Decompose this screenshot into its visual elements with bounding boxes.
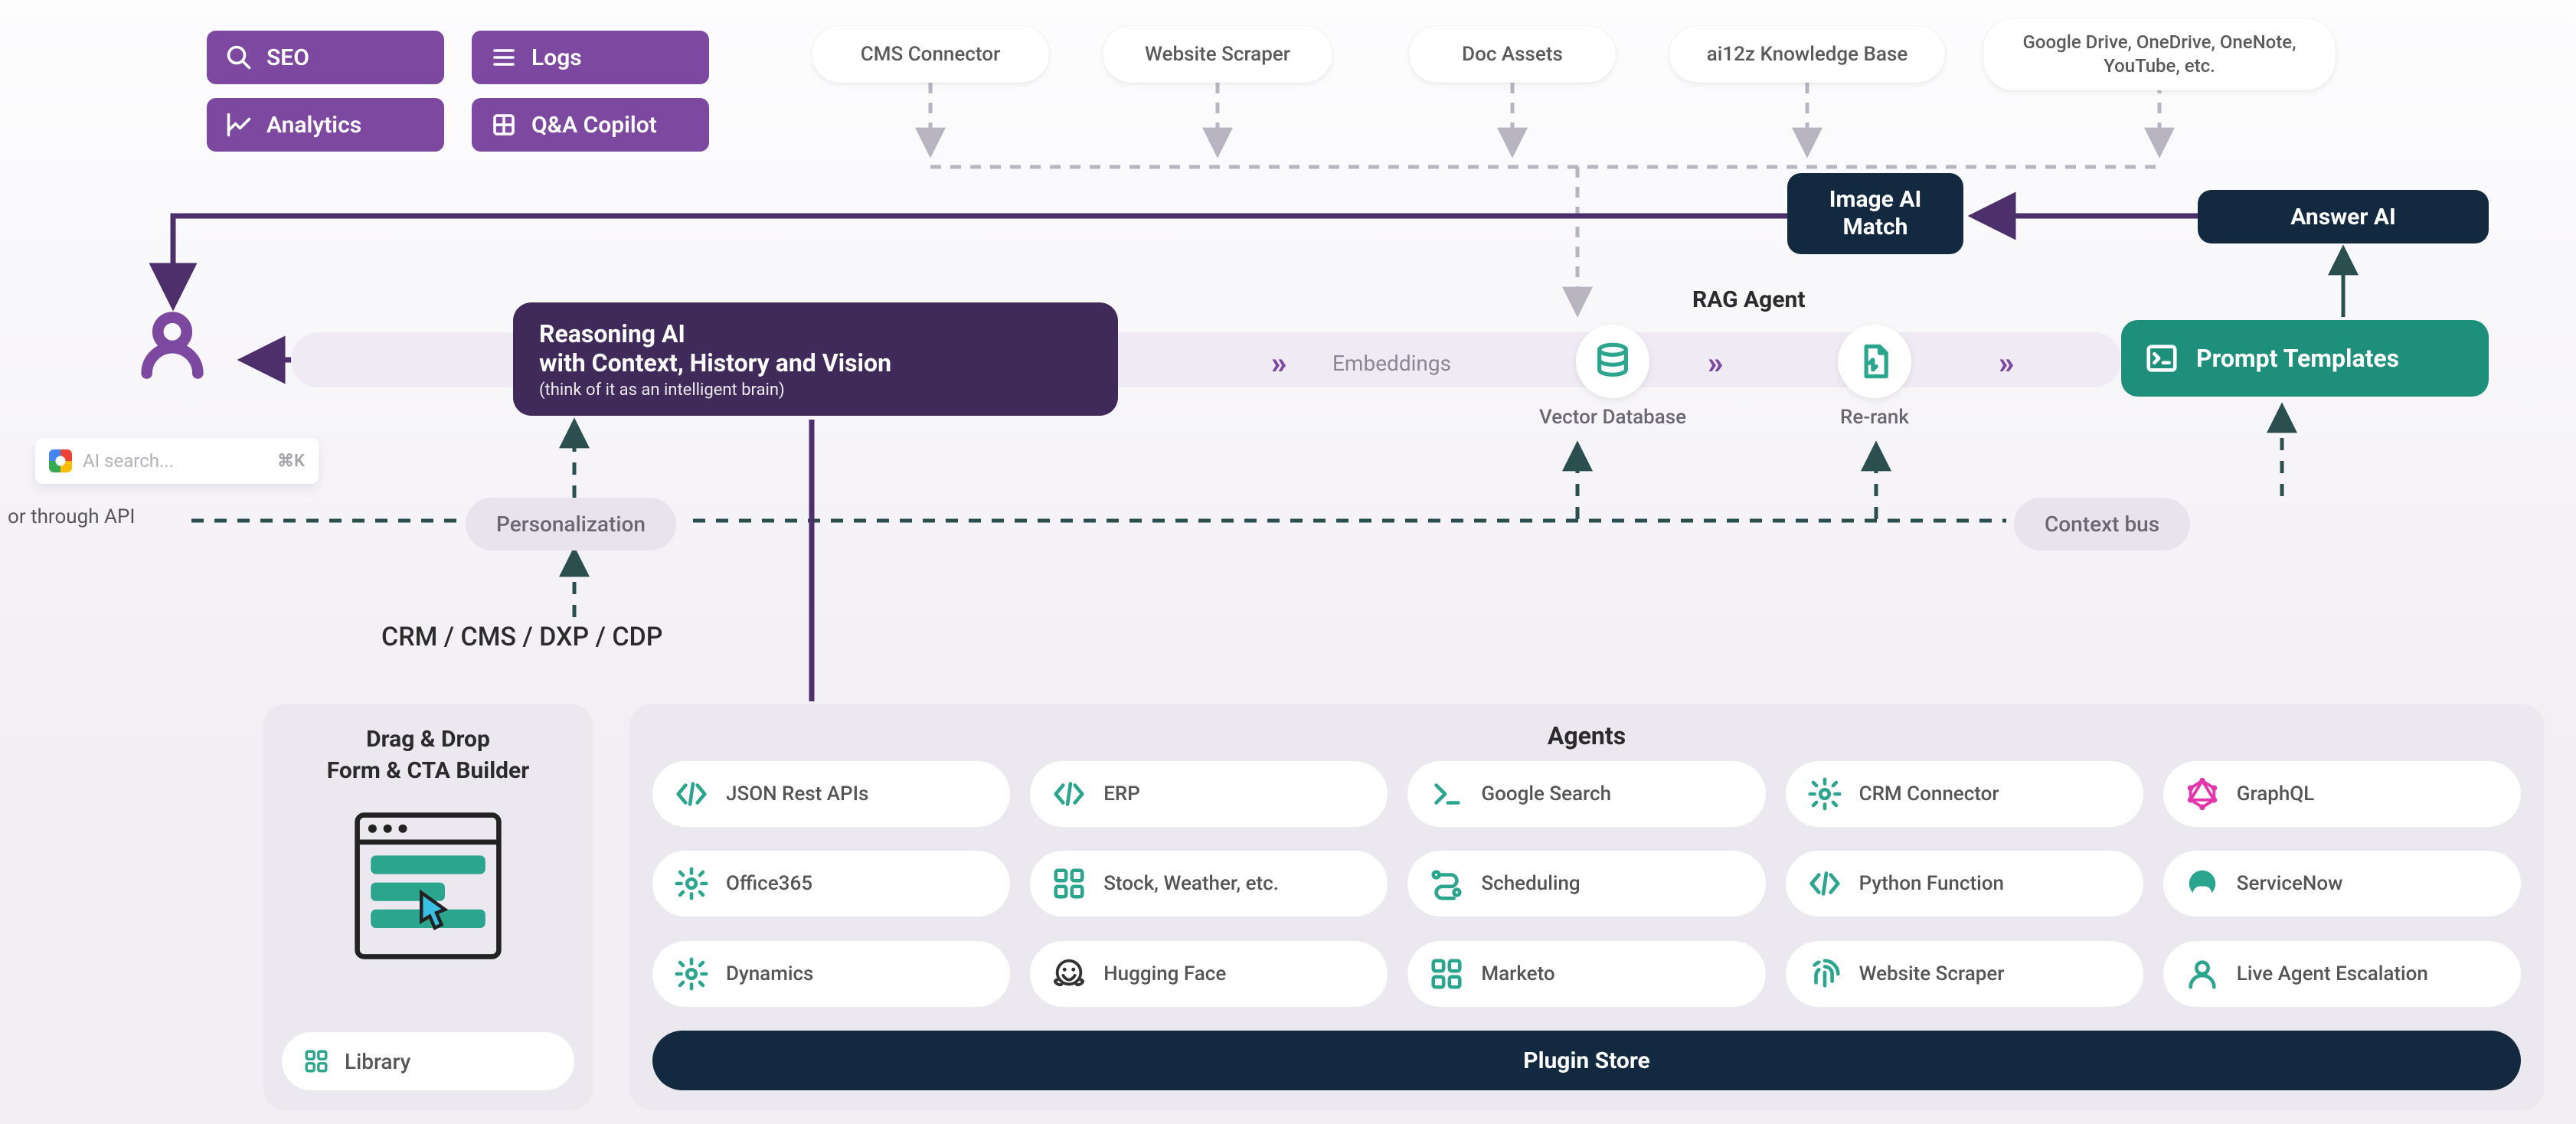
grid-icon	[303, 1048, 329, 1074]
agent-marketo[interactable]: Marketo	[1407, 941, 1765, 1007]
agent-google-search[interactable]: Google Search	[1407, 761, 1765, 827]
source-doc-assets: Doc Assets	[1409, 26, 1616, 83]
agent-hugging-face[interactable]: Hugging Face	[1030, 941, 1388, 1007]
google-icon	[49, 449, 72, 472]
agent-json-rest-apis[interactable]: JSON Rest APIs	[652, 761, 1010, 827]
hugface-icon	[1051, 956, 1087, 992]
seo-button[interactable]: SEO	[207, 31, 444, 84]
user-icon	[2185, 956, 2220, 992]
table-icon	[490, 111, 518, 139]
agent-label: Google Search	[1481, 783, 1611, 805]
search-placeholder: AI search...	[83, 450, 266, 472]
agent-label: ERP	[1103, 783, 1140, 805]
grid-icon	[1429, 956, 1464, 992]
node-vector-database: Vector Database	[1539, 325, 1686, 429]
builder-line2: Form & CTA Builder	[327, 756, 529, 787]
library-label: Library	[345, 1049, 410, 1074]
document-sort-icon	[1855, 341, 1894, 381]
chevrons-icon: ››	[1271, 345, 1283, 381]
gear-icon	[674, 956, 709, 992]
agent-dynamics[interactable]: Dynamics	[652, 941, 1010, 1007]
agents-title: Agents	[652, 721, 2521, 750]
graphql-icon	[2185, 776, 2220, 812]
database-icon	[1593, 341, 1633, 381]
reasoning-ai-block: Reasoning AI with Context, History and V…	[513, 302, 1118, 416]
reasoning-line3: (think of it as an intelligent brain)	[539, 381, 1092, 400]
analytics-button[interactable]: Analytics	[207, 98, 444, 152]
chevrons-icon: ››	[1708, 345, 1720, 381]
fingerprint-icon	[1807, 956, 1842, 992]
search-shortcut: ⌘K	[277, 452, 305, 471]
chart-icon	[225, 111, 253, 139]
code-icon	[1051, 776, 1087, 812]
agent-crm-connector[interactable]: CRM Connector	[1786, 761, 2143, 827]
api-note: or through API	[8, 505, 135, 528]
gear-icon	[1807, 776, 1842, 812]
pill-context-bus: Context bus	[2014, 498, 2190, 551]
form-builder-panel: Drag & Drop Form & CTA Builder Library	[263, 704, 593, 1110]
pill-personalization: Personalization	[466, 498, 676, 551]
agent-label: Scheduling	[1481, 872, 1580, 895]
library-button[interactable]: Library	[282, 1032, 574, 1090]
agent-label: JSON Rest APIs	[726, 783, 868, 805]
agent-servicenow[interactable]: ServiceNow	[2163, 851, 2521, 917]
agent-label: Hugging Face	[1103, 962, 1226, 985]
agent-live-agent-escalation[interactable]: Live Agent Escalation	[2163, 941, 2521, 1007]
agent-label: Marketo	[1481, 962, 1554, 985]
agent-website-scraper[interactable]: Website Scraper	[1786, 941, 2143, 1007]
label-crm-sources: CRM / CMS / DXP / CDP	[381, 622, 662, 652]
agent-label: CRM Connector	[1859, 783, 1999, 805]
analytics-label: Analytics	[266, 112, 361, 139]
source-cms-connector: CMS Connector	[812, 26, 1049, 83]
logs-button[interactable]: Logs	[472, 31, 709, 84]
code-icon	[1807, 866, 1842, 901]
grid-icon	[1051, 866, 1087, 901]
agent-label: Python Function	[1859, 872, 2004, 895]
agent-graphql[interactable]: GraphQL	[2163, 761, 2521, 827]
source-website-scraper: Website Scraper	[1103, 26, 1332, 83]
terminal-icon	[2144, 341, 2179, 376]
reasoning-line1: Reasoning AI	[539, 319, 1092, 348]
source-knowledge-base: ai12z Knowledge Base	[1669, 26, 1945, 83]
chevrons-icon: ››	[1999, 345, 2011, 381]
plugin-store-button[interactable]: Plugin Store	[652, 1031, 2521, 1090]
label-rag-agent: RAG Agent	[1692, 286, 1805, 313]
agent-label: Stock, Weather, etc.	[1103, 872, 1279, 895]
agent-label: Live Agent Escalation	[2237, 962, 2428, 985]
prompt-templates-block: Prompt Templates	[2121, 320, 2489, 397]
builder-line1: Drag & Drop	[327, 724, 529, 756]
agent-python-function[interactable]: Python Function	[1786, 851, 2143, 917]
qa-copilot-label: Q&A Copilot	[531, 112, 657, 139]
agent-stock-weather-etc[interactable]: Stock, Weather, etc.	[1030, 851, 1388, 917]
agent-office365[interactable]: Office365	[652, 851, 1010, 917]
reasoning-line2: with Context, History and Vision	[539, 348, 1092, 377]
seo-label: SEO	[266, 44, 309, 71]
image-ai-match-block: Image AI Match	[1787, 173, 1963, 254]
agent-label: ServiceNow	[2237, 872, 2343, 895]
servicenow-icon	[2185, 866, 2220, 901]
answer-ai-block: Answer AI	[2198, 190, 2489, 243]
gear-icon	[674, 866, 709, 901]
node-rerank: Re-rank	[1838, 325, 1911, 429]
agent-label: GraphQL	[2237, 783, 2314, 805]
user-icon	[134, 306, 211, 383]
agents-panel: Agents JSON Rest APIs ERP Google Search CRM…	[629, 704, 2544, 1110]
agent-label: Website Scraper	[1859, 962, 2005, 985]
route-icon	[1429, 866, 1464, 901]
form-builder-illustration-icon	[344, 802, 512, 970]
agent-label: Office365	[726, 872, 812, 895]
ai-search-input[interactable]: AI search... ⌘K	[35, 438, 319, 484]
search-icon	[225, 44, 253, 71]
terminal-icon	[1429, 776, 1464, 812]
agent-label: Dynamics	[726, 962, 813, 985]
list-icon	[490, 44, 518, 71]
code-icon	[674, 776, 709, 812]
label-embeddings: Embeddings	[1332, 351, 1451, 376]
agent-scheduling[interactable]: Scheduling	[1407, 851, 1765, 917]
agent-erp[interactable]: ERP	[1030, 761, 1388, 827]
qa-copilot-button[interactable]: Q&A Copilot	[472, 98, 709, 152]
logs-label: Logs	[531, 44, 582, 71]
source-cloud-drives: Google Drive, OneDrive, OneNote, YouTube…	[1983, 18, 2336, 90]
